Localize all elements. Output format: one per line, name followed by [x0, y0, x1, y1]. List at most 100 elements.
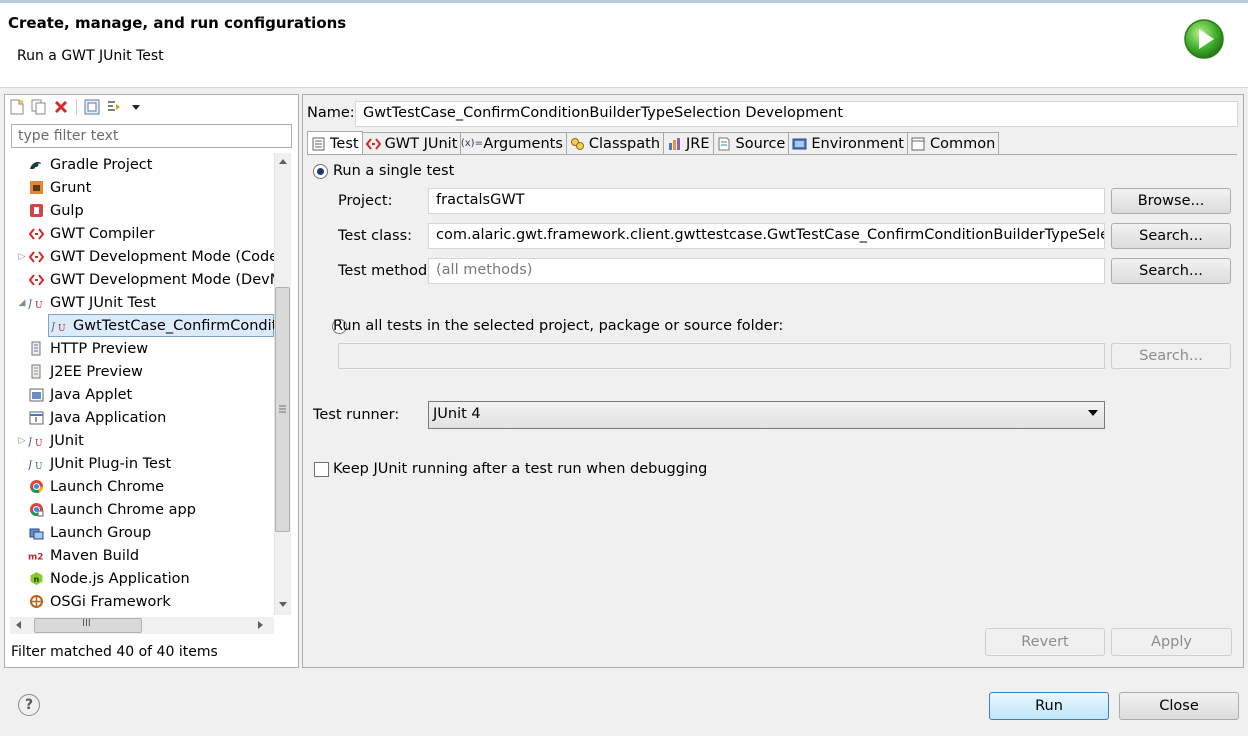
tree-item-label: GWT Development Mode (CodeS [50, 248, 274, 265]
tree-item[interactable]: Launch Chrome [16, 475, 164, 498]
chrome-icon [28, 479, 44, 495]
http-preview-icon [28, 341, 44, 357]
browse-project-button[interactable]: Browse... [1111, 188, 1231, 214]
java-applet-icon [28, 387, 44, 403]
test-class-label: Test class: [338, 228, 413, 244]
tree-item-label: Gradle Project [50, 156, 153, 173]
tree-item-label: GWT Compiler [50, 225, 155, 242]
chrome-app-icon [28, 502, 44, 518]
run-banner-icon [1183, 18, 1225, 60]
tree-item[interactable]: Gradle Project [16, 153, 152, 176]
gwt-icon [28, 249, 44, 265]
tab-gwt-junit[interactable]: GWT JUnit [361, 132, 462, 154]
tab-arguments[interactable]: (x)= Arguments [460, 132, 567, 154]
junit-icon: JU [28, 433, 44, 449]
svg-text:m2: m2 [28, 552, 43, 561]
nodejs-icon: n [28, 571, 44, 587]
source-icon [717, 136, 732, 151]
test-method-input[interactable]: (all methods) [428, 258, 1105, 284]
tree-item-label: Maven Build [50, 547, 140, 564]
project-input[interactable]: fractalsGWT [428, 188, 1105, 214]
tab-jre[interactable]: JRE [663, 132, 714, 154]
tree-item[interactable]: Launch Group [16, 521, 151, 544]
gwt-icon [28, 272, 44, 288]
new-config-icon[interactable] [8, 98, 26, 116]
tree-item-label: OSGi Framework [50, 593, 171, 610]
tree-item[interactable]: HTTP Preview [16, 337, 148, 360]
tree-item-label: Node.js Application [50, 570, 190, 587]
tree-item[interactable]: ▷ GWT Development Mode (CodeS [16, 245, 274, 268]
gradle-icon [28, 157, 44, 173]
test-class-input[interactable]: com.alaric.gwt.framework.client.gwttestc… [428, 223, 1105, 249]
tab-common[interactable]: Common [906, 132, 1000, 154]
chevron-down-icon [1088, 410, 1098, 416]
svg-text:J: J [28, 460, 33, 471]
collapse-all-icon[interactable] [83, 98, 101, 116]
all-tests-label: Run all tests in the selected project, p… [333, 318, 784, 334]
collapse-arrow-icon[interactable]: ◢ [16, 298, 28, 308]
tree-item[interactable]: GWT Compiler [16, 222, 154, 245]
run-button[interactable]: Run [989, 692, 1109, 720]
test-method-label: Test method: [338, 263, 433, 279]
tree-item-label: GWT Development Mode (DevM [50, 271, 274, 288]
filter-input[interactable] [11, 124, 292, 148]
junit-icon: JU [28, 295, 44, 311]
expand-arrow-icon[interactable]: ▷ [16, 252, 28, 262]
config-tabs: Test GWT JUnit (x)= Arguments Classpath … [307, 131, 1000, 155]
tree-item[interactable]: ▷ J U JUnit [16, 429, 84, 452]
tree-item-label: HTTP Preview [50, 340, 149, 357]
svg-text:U: U [35, 301, 43, 310]
svg-text:U: U [35, 439, 43, 448]
tab-label: GWT JUnit [384, 135, 458, 152]
tree-item[interactable]: m2 Maven Build [16, 544, 139, 567]
tree-item[interactable]: J U GwtTestCase_ConfirmConditic [48, 314, 274, 337]
tab-classpath[interactable]: Classpath [565, 132, 665, 154]
search-method-button[interactable]: Search... [1111, 258, 1231, 284]
search-class-button[interactable]: Search... [1111, 223, 1231, 249]
tree-item-label: Grunt [50, 179, 92, 196]
expand-arrow-icon[interactable]: ▷ [16, 436, 28, 446]
tree-item-label: JUnit Plug-in Test [50, 455, 172, 472]
single-test-radio[interactable] [313, 164, 328, 179]
tree-item[interactable]: Launch Chrome app [16, 498, 196, 521]
filter-configs-icon[interactable] [105, 98, 123, 116]
tab-label: Classpath [588, 135, 661, 152]
svg-text:n: n [33, 575, 39, 584]
tree-item[interactable]: Grunt [16, 176, 91, 199]
svg-text:J: J [51, 322, 56, 333]
revert-button[interactable]: Revert [985, 628, 1105, 656]
tree-item[interactable]: n Node.js Application [16, 567, 190, 590]
tree-item[interactable]: GWT Development Mode (DevM [16, 268, 274, 291]
duplicate-config-icon[interactable] [30, 98, 48, 116]
common-icon [911, 136, 926, 151]
delete-config-icon[interactable] [52, 98, 70, 116]
tab-test[interactable]: Test [307, 131, 363, 155]
tree-vertical-scroll-thumb[interactable] [275, 287, 290, 532]
tree-item[interactable]: J U JUnit Plug-in Test [16, 452, 171, 475]
tree-item[interactable]: Java Application [16, 406, 166, 429]
tree-item[interactable]: ◢ J U GWT JUnit Test [16, 291, 156, 314]
tree-item[interactable]: J2EE Preview [16, 360, 143, 383]
view-menu-icon[interactable] [127, 98, 145, 116]
tree-item[interactable]: Java Applet [16, 383, 132, 406]
tree-item-label: GwtTestCase_ConfirmConditic [73, 317, 274, 334]
dialog-subtitle: Run a GWT JUnit Test [17, 48, 164, 64]
tree-item-label: Launch Chrome app [50, 501, 196, 518]
tab-source[interactable]: Source [712, 132, 790, 154]
keep-running-checkbox[interactable] [314, 462, 329, 477]
toolbar-separator [76, 99, 77, 115]
tab-environment[interactable]: Environment [788, 132, 908, 154]
close-button[interactable]: Close [1119, 692, 1239, 720]
help-icon[interactable]: ? [18, 694, 40, 716]
tree-item[interactable]: OSGi Framework [16, 590, 171, 613]
tree-item-label: Java Application [50, 409, 167, 426]
single-test-label: Run a single test [333, 163, 455, 179]
config-name-input[interactable]: GwtTestCase_ConfirmConditionBuilderTypeS… [355, 101, 1238, 127]
tab-label: Common [929, 135, 996, 152]
apply-button[interactable]: Apply [1111, 628, 1232, 656]
name-label: Name: [307, 105, 355, 121]
tree-item[interactable]: Gulp [16, 199, 84, 222]
tree-horizontal-scroll-thumb[interactable]: III [34, 618, 142, 633]
test-runner-select[interactable]: JUnit 4 [428, 401, 1105, 429]
scroll-grip: III [82, 618, 91, 629]
